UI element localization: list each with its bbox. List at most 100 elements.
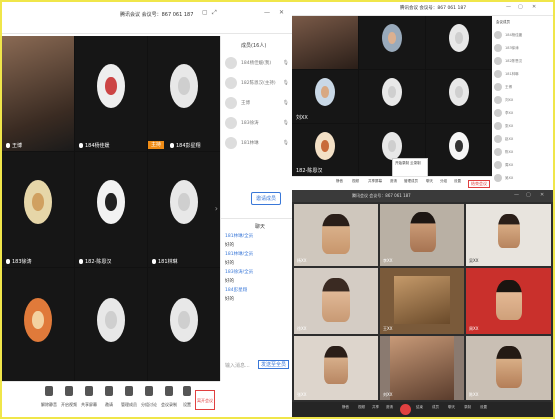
video-tile[interactable]: 张XX — [294, 336, 378, 400]
close-icon[interactable]: ✕ — [532, 4, 536, 10]
leave-meeting-button[interactable]: 离开会议 — [195, 390, 215, 410]
video-tile[interactable] — [426, 124, 492, 176]
video-tile[interactable]: 李XX — [380, 204, 464, 266]
end-meeting-button[interactable]: 结束会议 — [468, 180, 490, 188]
camera-feed — [410, 212, 436, 252]
list-item[interactable]: 李XX — [492, 107, 553, 120]
list-item[interactable]: 王博 — [492, 81, 553, 94]
left-window-ctrl-0[interactable]: ▢ — [202, 9, 208, 16]
list-item[interactable]: 181林琳 — [492, 68, 553, 81]
minimize-icon[interactable]: — — [514, 192, 519, 198]
chat-sender: 183徐涛/全员 — [225, 270, 254, 275]
settings-button[interactable]: 设置 — [454, 179, 461, 184]
mic-icon[interactable]: 🎙 — [283, 80, 289, 86]
participant-row[interactable]: 王博 🎙 — [225, 94, 289, 114]
invite-icon — [105, 386, 113, 396]
video-tile[interactable]: 182-陈恩汉 — [292, 124, 358, 176]
chat-button[interactable]: 聊天 — [426, 179, 433, 184]
video-tile[interactable]: 王XX — [380, 268, 464, 334]
list-item[interactable]: 183徐涛 — [492, 42, 553, 55]
video-tile[interactable]: 刘XX — [292, 70, 358, 123]
chevron-right-icon[interactable]: › — [215, 204, 218, 213]
video-tile[interactable] — [359, 70, 425, 123]
video-tile[interactable]: 主持 184彭星翔 — [148, 36, 220, 151]
list-item[interactable]: 周XX — [492, 159, 553, 172]
members-button[interactable]: 成员 — [432, 405, 439, 410]
avatar — [170, 64, 198, 108]
participant-row[interactable]: 183徐涛 🎙 — [225, 114, 289, 134]
camera-feed — [292, 16, 358, 69]
video-tile[interactable]: 184杨佳媛 — [75, 36, 147, 151]
close-icon[interactable]: ✕ — [540, 192, 544, 198]
mic-icon — [6, 259, 10, 264]
tile-name: 李XX — [383, 258, 393, 263]
video-tile[interactable]: 182-陈恩汉 — [75, 152, 147, 267]
share-screen-button[interactable]: 共享 — [372, 405, 379, 410]
tile-name: 182-陈恩汉 — [296, 168, 323, 174]
mute-button[interactable]: 静音 — [336, 179, 343, 184]
manage-members-button[interactable]: 管理成员 — [120, 386, 138, 408]
chat-sender: 181林琳/全员 — [225, 252, 254, 257]
breakout-button[interactable]: 分组 — [440, 179, 447, 184]
invite-button[interactable]: 邀请 — [100, 386, 118, 408]
share-screen-button[interactable]: 共享屏幕 — [368, 179, 382, 184]
left-titlebar: 腾讯会议 会议号：867 061 187 ▢ ⤢ — ✕ — [2, 2, 292, 34]
invite-members-button[interactable]: 邀请成员 — [251, 192, 282, 205]
participant-row[interactable]: 182陈恩汉(主持) 🎙 — [225, 74, 289, 94]
invite-button[interactable]: 邀请 — [390, 179, 397, 184]
video-tile[interactable]: 王博 — [2, 36, 74, 151]
manage-members-button[interactable]: 管理成员 — [404, 179, 418, 184]
minimize-icon[interactable]: — — [506, 4, 511, 10]
list-item[interactable]: 刘XX — [492, 94, 553, 107]
end-call-button[interactable] — [400, 404, 411, 415]
record-button[interactable]: 录制 — [464, 405, 471, 410]
chat-send-button[interactable]: 发送至全员 — [257, 360, 289, 369]
video-tile[interactable]: 吴XX — [466, 204, 551, 266]
settings-button[interactable]: 设置 — [480, 405, 487, 410]
video-button[interactable]: 视频 — [352, 179, 359, 184]
video-button[interactable]: 开启视频 — [60, 386, 78, 408]
left-window-ctrl-3[interactable]: ✕ — [279, 9, 284, 16]
list-item[interactable]: 182陈恩汉 — [492, 55, 553, 68]
list-item[interactable]: 陈XX — [492, 146, 553, 159]
invite-button[interactable]: 邀请 — [386, 405, 393, 410]
left-window-ctrl-2[interactable]: — — [264, 9, 270, 16]
list-item[interactable]: 赵XX — [492, 133, 553, 146]
video-tile[interactable]: 183徐涛 — [2, 152, 74, 267]
video-tile[interactable]: 周XX — [466, 268, 551, 334]
video-tile[interactable] — [426, 70, 492, 123]
maximize-icon[interactable]: ▢ — [526, 192, 531, 198]
maximize-icon[interactable]: ▢ — [518, 4, 523, 10]
chat-input[interactable]: 输入消息... — [225, 362, 250, 369]
video-tile[interactable]: 181林琳 › — [148, 152, 220, 267]
video-tile[interactable] — [426, 16, 492, 69]
mic-icon[interactable]: 🎙 — [283, 60, 289, 66]
left-window-ctrl-1[interactable]: ⤢ — [212, 9, 217, 17]
video-tile[interactable] — [2, 268, 74, 381]
mic-icon[interactable]: 🎙 — [283, 140, 289, 146]
list-item[interactable]: 张XX — [492, 120, 553, 133]
video-button[interactable]: 视频 — [358, 405, 365, 410]
breakout-button[interactable]: 分组讨论 — [140, 386, 158, 408]
list-item[interactable]: 184杨佳媛 — [492, 29, 553, 42]
video-tile[interactable]: 陈XX — [466, 336, 551, 400]
video-tile[interactable] — [292, 16, 358, 69]
video-tile[interactable]: 杨XX — [294, 204, 378, 266]
avatar — [170, 298, 198, 342]
video-tile[interactable] — [148, 268, 220, 381]
unmute-button[interactable]: 解除静音 — [40, 386, 58, 408]
record-button[interactable]: 会议录制 — [160, 386, 178, 408]
mic-icon[interactable]: 🎙 — [283, 100, 289, 106]
list-item[interactable]: 吴XX — [492, 172, 553, 185]
participant-row[interactable]: 184杨佳媛(我) 🎙 — [225, 54, 289, 74]
mute-button[interactable]: 静音 — [342, 405, 349, 410]
settings-button[interactable]: 设置 — [178, 386, 196, 408]
video-tile[interactable]: 徐XX — [294, 268, 378, 334]
video-tile[interactable] — [75, 268, 147, 381]
participant-row[interactable]: 181林琳 🎙 — [225, 134, 289, 154]
mic-icon[interactable]: 🎙 — [283, 120, 289, 126]
video-tile[interactable]: 刘XX — [380, 336, 464, 400]
share-screen-button[interactable]: 共享屏幕 — [80, 386, 98, 408]
video-tile[interactable] — [359, 16, 425, 69]
chat-button[interactable]: 聊天 — [448, 405, 455, 410]
